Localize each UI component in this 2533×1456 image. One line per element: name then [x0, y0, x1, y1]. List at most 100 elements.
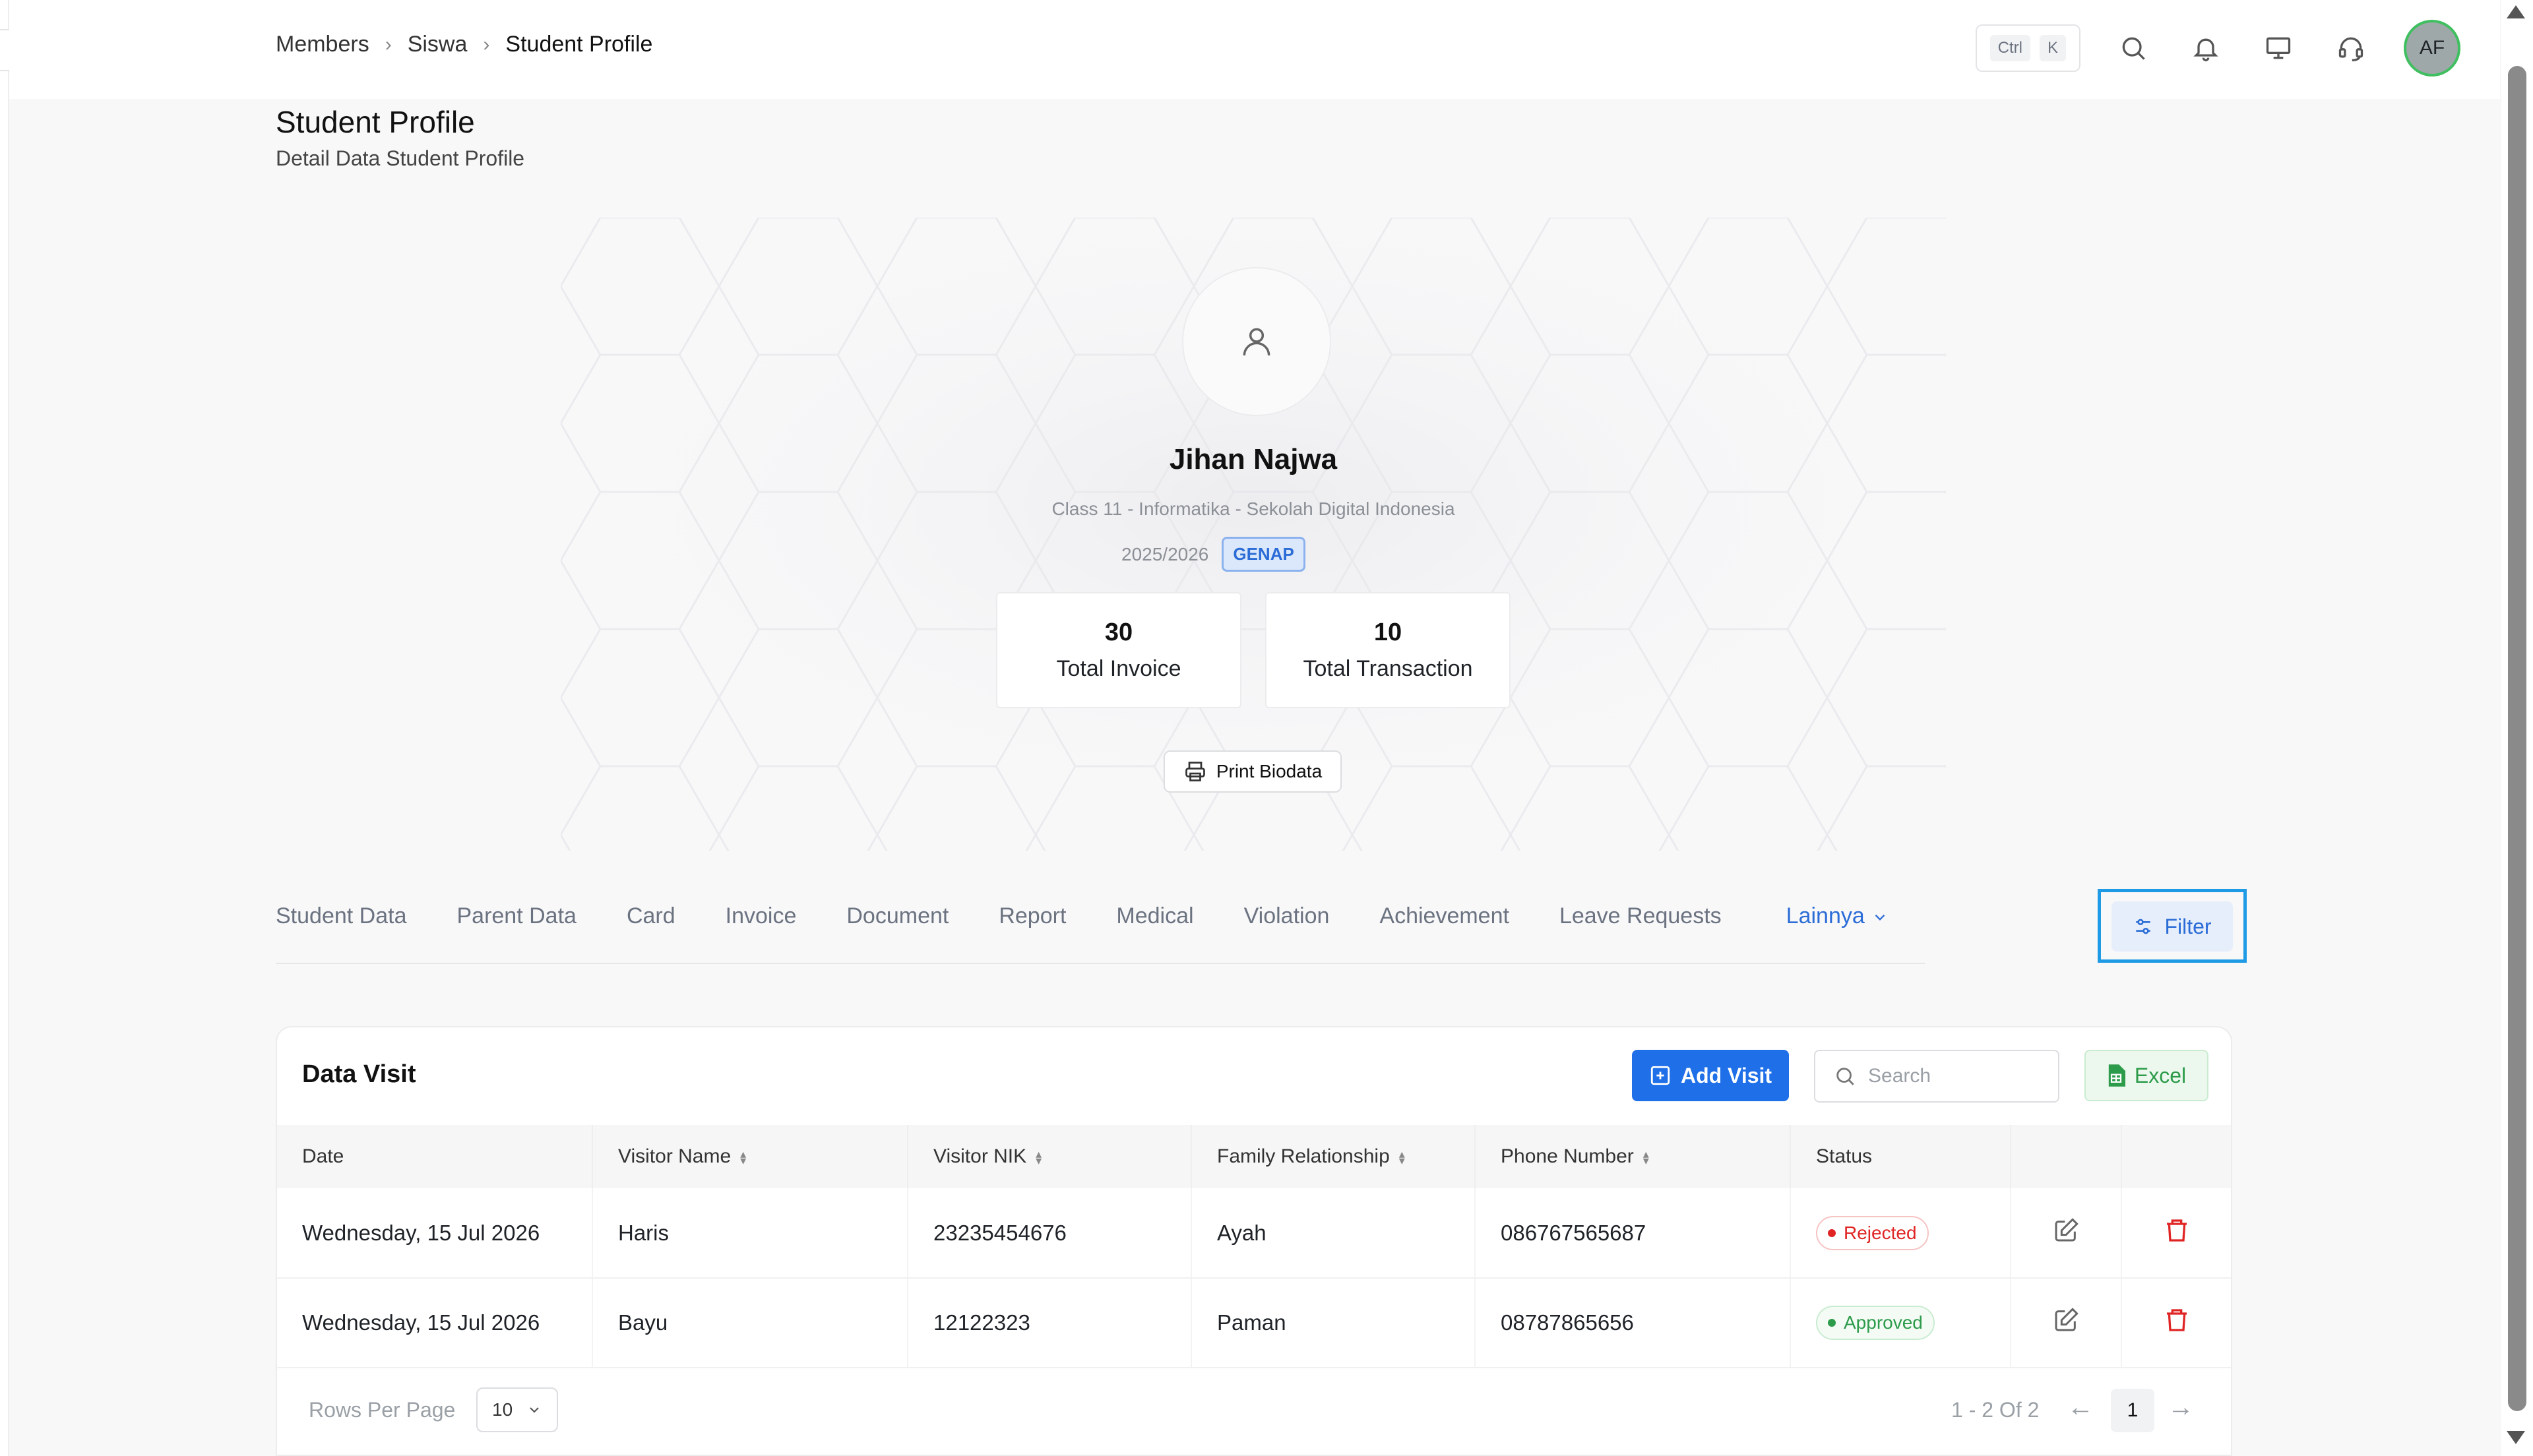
cell-visitor-nik: 12122323	[908, 1278, 1192, 1368]
status-badge: Rejected	[1816, 1215, 1929, 1250]
academic-year-row: 2025/2026 GENAP	[1121, 537, 1305, 572]
scroll-down-arrow-icon[interactable]	[2507, 1431, 2525, 1444]
command-palette-shortcut[interactable]: Ctrl K	[1975, 24, 2080, 72]
breadcrumb-siswa[interactable]: Siswa	[408, 32, 468, 57]
tab-medical[interactable]: Medical	[1116, 903, 1193, 943]
sort-icon[interactable]: ▴ ▾	[740, 1148, 746, 1167]
excel-file-icon	[2108, 1064, 2125, 1087]
chevron-right-icon: ›	[385, 33, 392, 55]
cell-delete	[2121, 1278, 2231, 1368]
scroll-up-arrow-icon[interactable]	[2507, 5, 2525, 18]
display-button[interactable]	[2259, 28, 2298, 68]
cell-phone-number: 08787865656	[1475, 1278, 1791, 1368]
chevron-down-icon	[1875, 914, 1885, 921]
tab-achievement[interactable]: Achievement	[1379, 903, 1509, 943]
search-button[interactable]	[2113, 28, 2153, 68]
support-button[interactable]	[2331, 28, 2371, 68]
column-header-phone-number[interactable]: Phone Number ▴ ▾	[1475, 1125, 1791, 1188]
cell-date: Wednesday, 15 Jul 2026	[277, 1188, 593, 1279]
cell-family-relationship: Paman	[1191, 1278, 1476, 1368]
cell-date: Wednesday, 15 Jul 2026	[277, 1278, 593, 1368]
monitor-icon	[2266, 37, 2291, 59]
page-title: Student Profile	[276, 105, 475, 139]
cell-delete	[2121, 1188, 2231, 1279]
plus-square-icon	[1650, 1066, 1670, 1085]
column-header-edit	[2011, 1125, 2122, 1188]
table-header-row: Date Visitor Name ▴ ▾ Visitor NIK ▴ ▾ Family…	[277, 1125, 2231, 1188]
status-badge: Approved	[1816, 1306, 1935, 1340]
trash-icon[interactable]	[2164, 1307, 2190, 1333]
sort-icon[interactable]: ▴ ▾	[1399, 1148, 1405, 1167]
visit-table: Date Visitor Name ▴ ▾ Visitor NIK ▴ ▾ Family…	[277, 1125, 2231, 1368]
breadcrumb-members[interactable]: Members	[276, 32, 369, 57]
cell-visitor-name: Bayu	[592, 1278, 908, 1368]
stat-label: Total Transaction	[1303, 656, 1473, 681]
tab-student-data[interactable]: Student Data	[276, 903, 406, 943]
stat-value: 10	[1373, 619, 1402, 646]
cell-visitor-nik: 23235454676	[908, 1188, 1192, 1279]
table-row: Wednesday, 15 Jul 2026 Haris 23235454676…	[277, 1188, 2231, 1279]
filter-button[interactable]: Filter	[2111, 901, 2233, 952]
trash-icon[interactable]	[2164, 1217, 2190, 1244]
breadcrumb: Members › Siswa › Student Profile	[276, 32, 652, 57]
user-avatar[interactable]: AF	[2404, 20, 2460, 76]
data-visit-card: Data Visit Add Visit Excel Date Visitor …	[276, 1026, 2232, 1456]
chevron-right-icon: ›	[483, 33, 490, 55]
cell-phone-number: 086767565687	[1475, 1188, 1791, 1279]
excel-label: Excel	[2134, 1063, 2187, 1087]
sort-icon[interactable]: ▴ ▾	[1643, 1148, 1649, 1167]
cell-edit	[2011, 1188, 2122, 1279]
column-header-visitor-nik[interactable]: Visitor NIK ▴ ▾	[908, 1125, 1192, 1188]
kbd-ctrl: Ctrl	[1989, 35, 2030, 61]
notification-button[interactable]	[2186, 28, 2226, 68]
tab-more-dropdown[interactable]: Lainnya	[1786, 903, 1889, 943]
column-header-visitor-name[interactable]: Visitor Name ▴ ▾	[592, 1125, 908, 1188]
cell-visitor-name: Haris	[592, 1188, 908, 1279]
printer-icon	[1185, 762, 1205, 781]
column-header-date: Date	[277, 1125, 593, 1188]
search-field	[1814, 1050, 2059, 1103]
sort-icon[interactable]: ▴ ▾	[1036, 1148, 1042, 1167]
cell-status: Approved	[1790, 1278, 2011, 1368]
search-icon	[1836, 1068, 1854, 1085]
edit-icon[interactable]	[2053, 1307, 2079, 1333]
next-page-arrow-icon[interactable]: →	[2168, 1393, 2194, 1422]
semester-badge: GENAP	[1222, 537, 1305, 572]
academic-year: 2025/2026	[1121, 543, 1209, 564]
chevron-down-icon	[530, 1407, 539, 1413]
tab-card[interactable]: Card	[627, 903, 675, 943]
tab-invoice[interactable]: Invoice	[726, 903, 797, 943]
kbd-k: K	[2039, 35, 2066, 61]
previous-page-arrow-icon[interactable]: ←	[2067, 1393, 2094, 1422]
student-photo	[1182, 267, 1331, 416]
column-header-delete	[2121, 1125, 2231, 1188]
print-biodata-button[interactable]: Print Biodata	[1164, 750, 1342, 793]
filter-highlight: Filter	[2098, 889, 2247, 963]
tab-report[interactable]: Report	[999, 903, 1066, 943]
cell-status: Rejected	[1790, 1188, 2011, 1279]
page-subtitle: Detail Data Student Profile	[276, 146, 525, 170]
print-biodata-label: Print Biodata	[1216, 761, 1323, 781]
add-visit-button[interactable]: Add Visit	[1632, 1050, 1789, 1101]
tab-violation[interactable]: Violation	[1244, 903, 1330, 943]
search-icon	[2122, 37, 2145, 60]
rows-per-page-value: 10	[492, 1399, 513, 1420]
page-scrollbar[interactable]	[2501, 0, 2533, 1456]
search-input[interactable]	[1868, 1065, 2053, 1087]
student-name: Jihan Najwa	[1169, 443, 1338, 475]
page-number-button[interactable]: 1	[2111, 1389, 2154, 1432]
add-visit-label: Add Visit	[1680, 1063, 1772, 1087]
top-bar: Members › Siswa › Student Profile Ctrl K…	[9, 0, 2500, 99]
column-header-family-relationship[interactable]: Family Relationship ▴ ▾	[1191, 1125, 1476, 1188]
edit-icon[interactable]	[2053, 1217, 2079, 1244]
export-excel-button[interactable]: Excel	[2084, 1050, 2208, 1101]
scroll-thumb[interactable]	[2508, 66, 2526, 1411]
rows-per-page-select[interactable]: 10	[476, 1387, 558, 1432]
stat-card-invoice: 30 Total Invoice	[996, 592, 1241, 708]
card-title: Data Visit	[302, 1060, 416, 1088]
tab-leave-requests[interactable]: Leave Requests	[1559, 903, 1722, 943]
tab-document[interactable]: Document	[846, 903, 949, 943]
tab-parent-data[interactable]: Parent Data	[456, 903, 576, 943]
pagination-bar: Rows Per Page 10 1 - 2 Of 2 ← 1 →	[277, 1377, 2231, 1443]
cell-edit	[2011, 1278, 2122, 1368]
